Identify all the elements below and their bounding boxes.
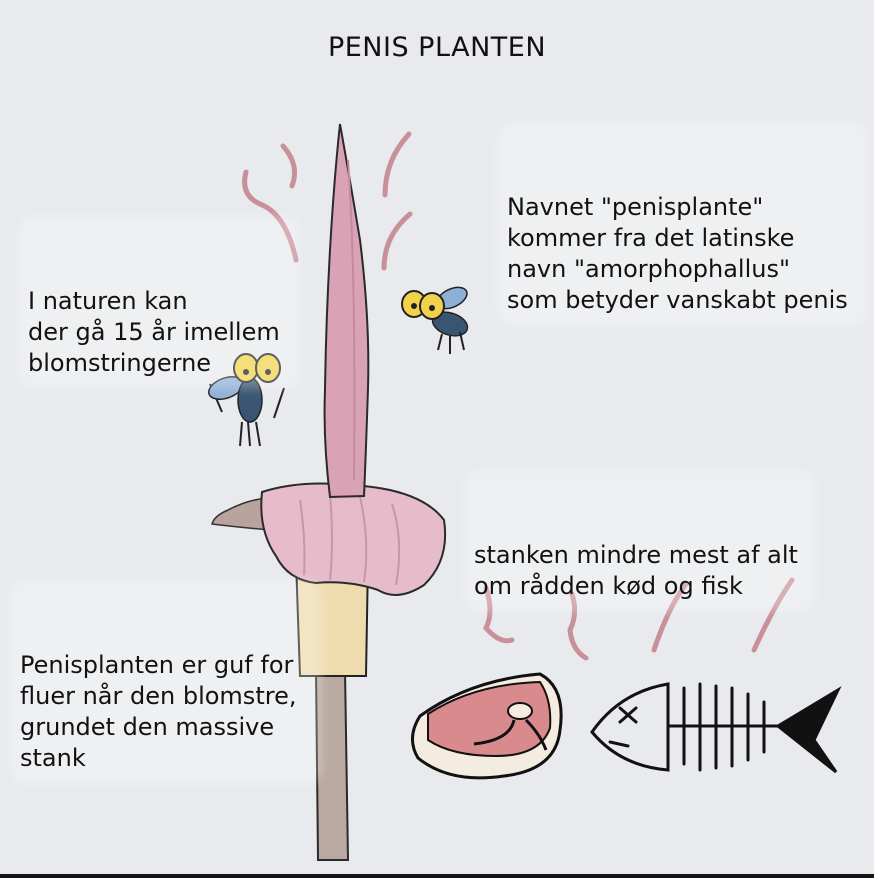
note-stench: stanken mindre mest af alt om rådden kød… <box>464 470 816 612</box>
stink-line <box>382 131 412 198</box>
comic-page: PENIS PLANTEN Navnet "penisplante" komme… <box>0 0 874 878</box>
note-flowering-interval: I naturen kan der gå 15 år imellem bloms… <box>18 216 300 389</box>
bottom-border <box>0 874 874 878</box>
note-name-origin: Navnet "penisplante" kommer fra det lati… <box>497 122 869 326</box>
meat-icon <box>411 672 563 780</box>
note-flies: Penisplanten er guf for fluer når den bl… <box>10 580 322 784</box>
stink-line <box>381 211 413 271</box>
fish-skeleton-icon <box>590 682 842 774</box>
fly-icon <box>401 286 469 354</box>
stink-line <box>280 143 297 189</box>
